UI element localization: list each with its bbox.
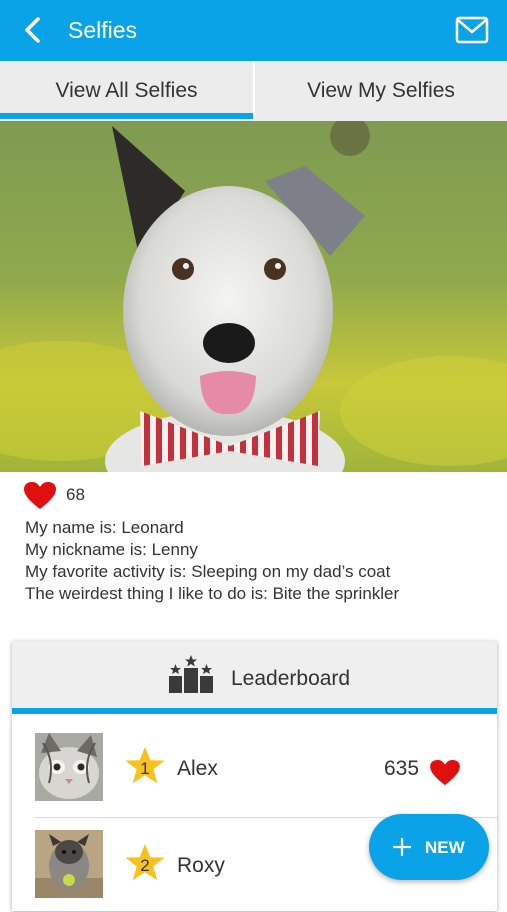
selfie-info: My name is: Leonard My nickname is: Lenn… (25, 517, 399, 605)
rank-badge: 1 (124, 746, 166, 786)
leaderboard-accent-bar (12, 708, 497, 714)
leaderboard-title: Leaderboard (231, 667, 351, 690)
app-bar: Selfies (0, 0, 507, 61)
tab-bar: View All Selfies View My Selfies (0, 61, 507, 121)
likes-count: 68 (66, 485, 85, 504)
cat-avatar (35, 733, 103, 801)
new-selfie-button[interactable]: NEW (369, 814, 489, 880)
mail-button[interactable] (455, 16, 489, 44)
chevron-left-icon (25, 17, 40, 43)
rank-badge: 2 (124, 843, 166, 883)
active-tab-indicator (0, 113, 253, 119)
puppy-avatar (35, 830, 103, 898)
page-title: Selfies (68, 17, 138, 43)
rank-number: 1 (140, 759, 150, 778)
leaderboard-row[interactable]: 1 Alex 635 (12, 720, 497, 815)
leaderboard-header[interactable]: Leaderboard (12, 641, 497, 711)
info-weirdest-thing: The weirdest thing I like to do is: Bite… (25, 584, 400, 603)
new-button-label: NEW (425, 838, 465, 857)
entry-name: Roxy (177, 854, 225, 877)
heart-icon (430, 760, 460, 786)
entry-score: 635 (384, 757, 420, 780)
plus-icon (393, 838, 411, 856)
info-favorite-activity: My favorite activity is: Sleeping on my … (25, 562, 391, 581)
info-nickname: My nickname is: Lenny (25, 540, 198, 559)
tab-view-my-selfies[interactable]: View My Selfies (255, 61, 507, 121)
podium-icon (169, 655, 213, 693)
selfie-photo[interactable] (0, 121, 507, 472)
mail-icon (455, 16, 489, 44)
dog-photo (0, 121, 507, 472)
entry-name: Alex (177, 757, 218, 780)
tab-view-all-selfies[interactable]: View All Selfies (0, 61, 253, 121)
rank-number: 2 (140, 856, 150, 875)
info-name: My name is: Leonard (25, 518, 184, 537)
heart-icon[interactable] (24, 482, 56, 510)
back-button[interactable] (18, 14, 50, 46)
